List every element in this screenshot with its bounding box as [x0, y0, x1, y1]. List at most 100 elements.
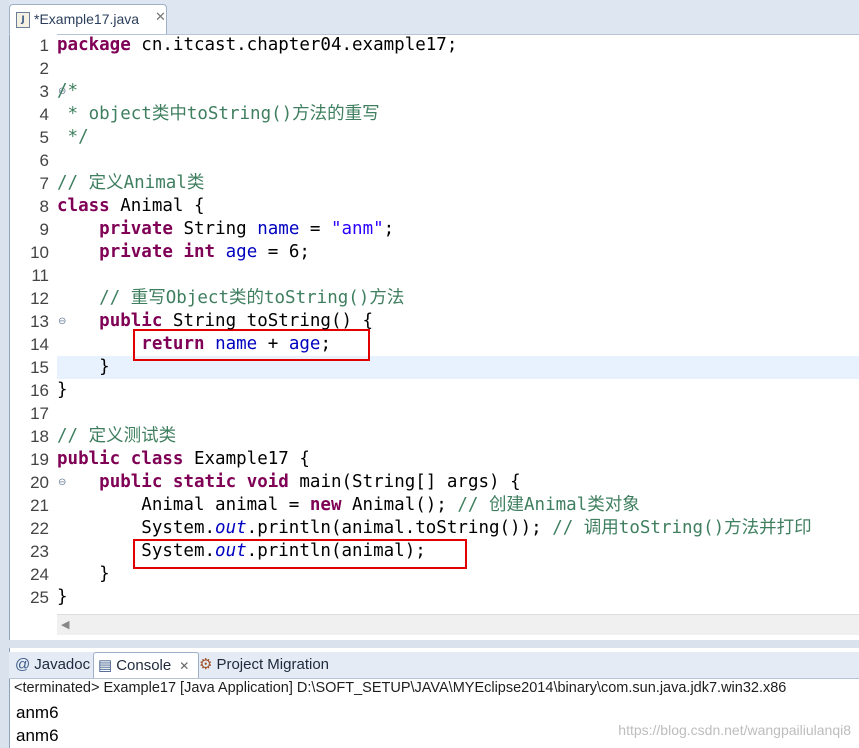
line-number: 13: [30, 312, 49, 331]
line-number: 7: [39, 174, 49, 193]
migration-icon: ⚙: [199, 656, 213, 673]
code-line: System.out.println(animal);: [57, 540, 426, 563]
code-line: private int age = 6;: [57, 241, 310, 264]
code-token: private: [99, 242, 173, 262]
code-token: class: [57, 196, 110, 216]
code-token: * object类中toString()方法的重写: [57, 104, 380, 124]
code-token: age: [225, 242, 258, 262]
code-token: */: [57, 127, 89, 147]
code-line: // 定义Animal类: [57, 172, 204, 195]
code-token: age: [288, 334, 321, 354]
line-number: 19: [30, 450, 49, 469]
close-icon[interactable]: ✕: [155, 10, 166, 25]
close-icon[interactable]: ✕: [179, 659, 189, 673]
code-token: name: [215, 334, 258, 354]
line-number-gutter: 1 2 3 ⊖ 4 5 6 7 8 9 10 11 12 13 ⊖ 14 15 16 17 18 19 20 ⊖ 21 22 23…: [10, 34, 66, 614]
line-number: 5: [39, 128, 49, 147]
code-token: +: [257, 334, 289, 354]
code-token: }: [57, 357, 110, 377]
code-editor[interactable]: package cn.itcast.chapter04.example17; /*…: [57, 34, 859, 614]
code-token: ;: [383, 219, 395, 239]
tab-project-migration[interactable]: ⚙ Project Migration: [199, 652, 329, 678]
code-token: // 重写Object类的toString()方法: [99, 288, 405, 308]
code-token: // 调用toString()方法并打印: [552, 518, 812, 538]
code-line: package cn.itcast.chapter04.example17;: [57, 34, 457, 57]
code-token: public: [57, 449, 121, 469]
horizontal-scrollbar[interactable]: ◀: [57, 614, 859, 635]
code-line: System.out.println(animal.toString()); /…: [57, 517, 812, 540]
tab-project-migration-label: Project Migration: [216, 656, 329, 673]
code-line: }: [57, 379, 68, 402]
editor-tab-strip: J *Example17.java ✕: [9, 0, 859, 35]
code-token: .println(animal);: [246, 541, 426, 561]
console-tab-strip: @ Javadoc ▤ Console ✕ ⚙ Project Migration: [9, 652, 859, 679]
code-token: package: [57, 35, 131, 55]
line-number: 6: [39, 151, 49, 170]
code-token: Animal animal =: [57, 495, 310, 515]
code-line: public String toString() {: [57, 310, 373, 333]
tab-javadoc[interactable]: @ Javadoc: [15, 652, 90, 678]
code-token: }: [57, 587, 68, 607]
code-token: .println(animal.toString());: [246, 518, 553, 538]
code-token: class: [130, 449, 184, 469]
code-token: System.: [57, 541, 216, 561]
code-line: // 定义测试类: [57, 425, 176, 448]
line-number: 25: [30, 588, 49, 607]
code-token: out: [215, 518, 247, 538]
code-token: =: [299, 219, 331, 239]
code-token: int: [183, 242, 216, 262]
line-number: 10: [30, 243, 49, 262]
code-token: return: [141, 334, 205, 354]
line-number: 16: [30, 381, 49, 400]
tab-console-label: Console: [116, 657, 172, 674]
code-line: class Animal {: [57, 195, 205, 218]
code-token: Animal {: [109, 196, 205, 216]
java-file-icon: J: [16, 12, 30, 28]
code-token: System.: [57, 518, 216, 538]
code-token: main(String[] args) {: [288, 472, 521, 492]
line-number: 1: [39, 36, 49, 55]
console-icon: ▤: [98, 657, 113, 674]
console-output-line: anm6: [16, 703, 59, 722]
code-token: ;: [320, 334, 331, 354]
code-token: new: [309, 495, 342, 515]
code-line: Animal animal = new Animal(); // 创建Anima…: [57, 494, 639, 517]
code-line: return name + age;: [57, 333, 331, 356]
editor-tab-label: *Example17.java: [34, 11, 140, 27]
code-token: /*: [57, 81, 79, 101]
code-token: Animal();: [341, 495, 458, 515]
line-number: 12: [30, 289, 49, 308]
scroll-left-icon[interactable]: ◀: [61, 618, 69, 631]
editor-tab-example17[interactable]: J *Example17.java ✕: [9, 4, 167, 34]
code-token: String toString() {: [162, 311, 374, 331]
code-token: void: [246, 472, 289, 492]
at-icon: @: [15, 656, 31, 673]
tab-console[interactable]: ▤ Console ✕: [93, 652, 199, 678]
line-number: 17: [30, 404, 49, 423]
line-number: 21: [30, 496, 49, 515]
watermark: https://blog.csdn.net/wangpailiulanqi8: [618, 722, 851, 738]
line-number: 3: [39, 82, 49, 101]
line-number: 23: [30, 542, 49, 561]
line-number: 2: [39, 59, 49, 78]
code-token: // 定义Animal类: [57, 173, 205, 193]
code-token: private: [99, 219, 173, 239]
line-number: 8: [39, 197, 49, 216]
code-line: public class Example17 {: [57, 448, 310, 471]
code-token: }: [57, 564, 110, 584]
code-line: }: [57, 586, 68, 609]
line-number: 15: [30, 358, 49, 377]
code-line: /*: [57, 80, 78, 103]
code-token: Example17 {: [183, 449, 310, 469]
code-line: */: [57, 126, 89, 149]
code-token: public: [99, 472, 163, 492]
